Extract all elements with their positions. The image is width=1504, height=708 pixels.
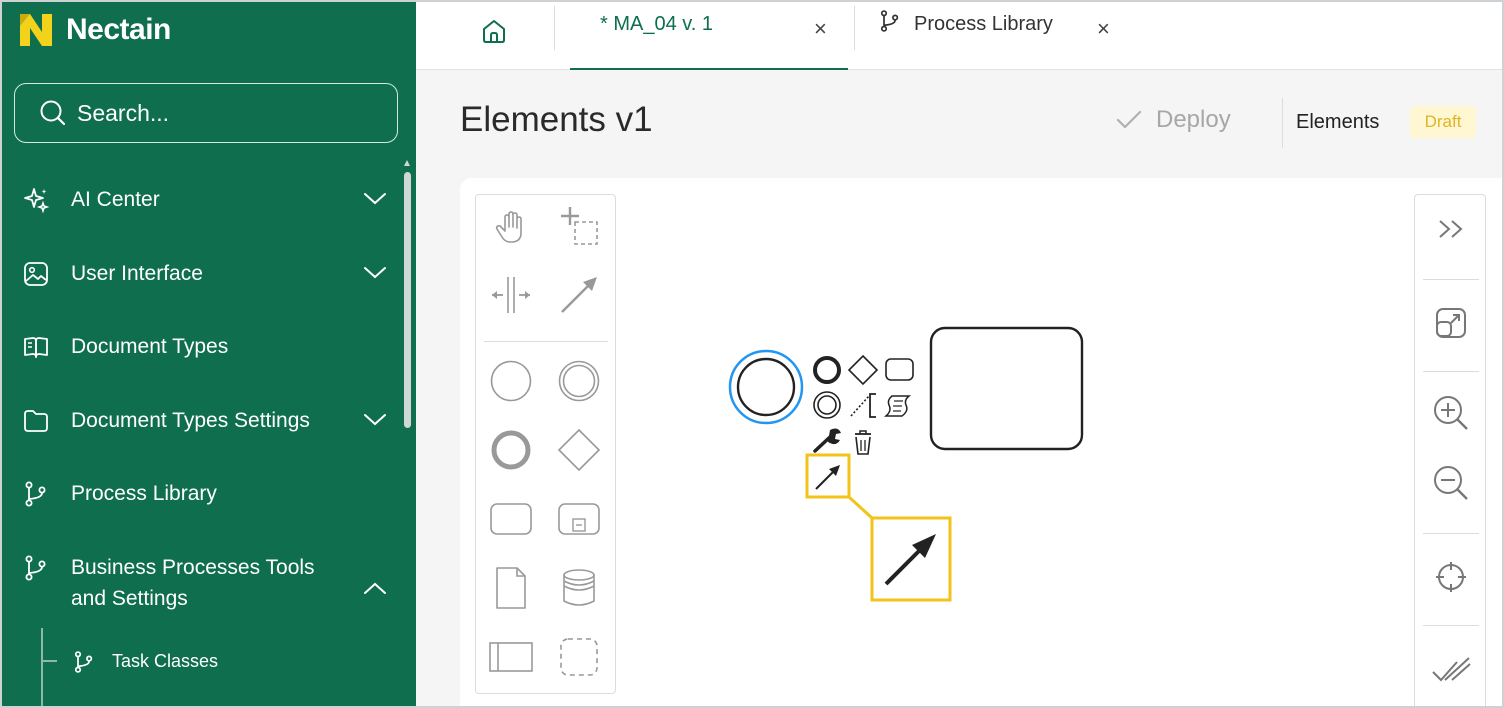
zoom-out-button[interactable]	[1415, 453, 1487, 513]
fit-view-button[interactable]	[1415, 293, 1487, 353]
search-input[interactable]	[77, 99, 377, 127]
deploy-button[interactable]: Deploy	[1116, 106, 1231, 134]
start-event-icon[interactable]	[487, 357, 535, 405]
sidebar-item-label: Document Types	[71, 335, 229, 358]
branch-icon	[22, 479, 58, 509]
close-icon[interactable]: ×	[1097, 16, 1110, 42]
sidebar-item-label-line2: and Settings	[71, 587, 188, 610]
lasso-tool-icon[interactable]	[555, 203, 603, 251]
sidebar-subitem-task-classes[interactable]: Task Classes	[72, 646, 392, 677]
tree-line	[41, 628, 43, 708]
zoom-in-icon	[1434, 396, 1468, 430]
collapse-panel-button[interactable]	[1415, 199, 1487, 259]
sidebar-scrollbar[interactable]	[403, 158, 411, 430]
sidebar-item-label: User Interface	[71, 262, 203, 285]
reset-position-icon	[1436, 562, 1466, 592]
tab-divider	[554, 6, 555, 50]
sidebar-search[interactable]	[14, 83, 398, 143]
task-element[interactable]	[929, 326, 1084, 451]
sidebar-item-label-group: Business Processes Tools and Settings	[71, 552, 315, 614]
page-title: Elements v1	[460, 100, 653, 139]
pad-connect-arrow-icon[interactable]	[805, 453, 851, 499]
branch-icon	[878, 9, 902, 39]
palette-divider	[484, 341, 608, 342]
brand-name: Nectain	[66, 13, 171, 46]
group-icon[interactable]	[555, 633, 603, 681]
data-object-icon[interactable]	[487, 564, 535, 612]
gateway-icon[interactable]	[555, 426, 603, 474]
search-icon	[40, 100, 66, 126]
sidebar-item-label: Process Library	[71, 482, 217, 505]
chevron-up-icon[interactable]	[362, 578, 388, 602]
hand-tool-icon[interactable]	[487, 203, 535, 251]
pool-icon[interactable]	[487, 633, 535, 681]
folder-icon	[22, 406, 58, 436]
tree-line-tick	[41, 660, 57, 662]
view-toolbar	[1414, 194, 1486, 708]
toolbar-divider	[1423, 533, 1479, 534]
sidebar-item-label: Document Types Settings	[71, 409, 310, 432]
home-tab[interactable]	[472, 14, 516, 48]
validate-icon	[1432, 657, 1471, 682]
tab-label: Process Library	[914, 12, 1053, 35]
intermediate-event-icon[interactable]	[555, 357, 603, 405]
reset-position-button[interactable]	[1415, 547, 1487, 607]
deploy-label: Deploy	[1156, 106, 1231, 133]
data-store-icon[interactable]	[555, 564, 603, 612]
book-icon	[22, 332, 58, 362]
home-icon	[483, 20, 505, 43]
toolbar-divider	[1423, 371, 1479, 372]
tab-divider	[854, 6, 855, 50]
tab-label: * MA_04 v. 1	[600, 12, 714, 35]
sidebar-item-ai-center[interactable]: AI Center	[22, 184, 400, 215]
sidebar-item-process-library[interactable]: Process Library	[22, 478, 400, 509]
scrollbar-thumb[interactable]	[404, 172, 411, 428]
sidebar-item-business-processes-tools[interactable]: Business Processes Tools and Settings	[22, 552, 400, 614]
tool-palette	[475, 194, 616, 694]
fit-view-icon	[1436, 308, 1466, 338]
sidebar-item-document-types-settings[interactable]: Document Types Settings	[22, 405, 400, 436]
sidebar-item-label: AI Center	[71, 188, 160, 211]
zoom-out-icon	[1434, 466, 1468, 500]
task-icon[interactable]	[487, 495, 535, 543]
close-icon[interactable]: ×	[814, 16, 827, 42]
sidebar-item-document-types[interactable]: Document Types	[22, 331, 400, 362]
space-tool-icon[interactable]	[487, 271, 535, 319]
header-divider	[1282, 98, 1283, 148]
toolbar-divider	[1423, 279, 1479, 280]
end-event-icon[interactable]	[487, 426, 535, 474]
check-icon	[1116, 110, 1142, 129]
tab-ma-04[interactable]: * MA_04 v. 1	[600, 0, 713, 70]
image-icon	[22, 259, 58, 289]
process-name: Elements	[1296, 111, 1380, 133]
branch-icon	[72, 647, 100, 677]
sidebar-item-label: Business Processes Tools	[71, 556, 315, 579]
chevron-down-icon[interactable]	[362, 262, 388, 286]
nectain-logo-icon	[20, 14, 52, 46]
connect-tool-icon[interactable]	[555, 271, 603, 319]
tab-bar: * MA_04 v. 1 × Process Library ×	[416, 0, 1504, 70]
chevron-down-icon[interactable]	[362, 409, 388, 433]
start-event-selected[interactable]	[728, 349, 804, 425]
toolbar-divider	[1423, 625, 1479, 626]
tab-process-library[interactable]: Process Library	[878, 0, 1053, 70]
branch-icon	[22, 553, 58, 583]
status-badge: Draft	[1410, 106, 1476, 138]
sidebar-subitem-label: Task Classes	[112, 651, 219, 671]
brand-logo[interactable]: Nectain	[18, 12, 171, 48]
collapse-panel-icon	[1439, 220, 1463, 238]
chevron-down-icon[interactable]	[362, 188, 388, 212]
sidebar: Nectain AI Center User Interface Documen…	[0, 0, 416, 708]
validate-button[interactable]	[1415, 641, 1487, 701]
zoom-in-button[interactable]	[1415, 383, 1487, 443]
sidebar-item-user-interface[interactable]: User Interface	[22, 258, 400, 289]
subprocess-icon[interactable]	[555, 495, 603, 543]
sparkles-icon	[22, 185, 58, 215]
